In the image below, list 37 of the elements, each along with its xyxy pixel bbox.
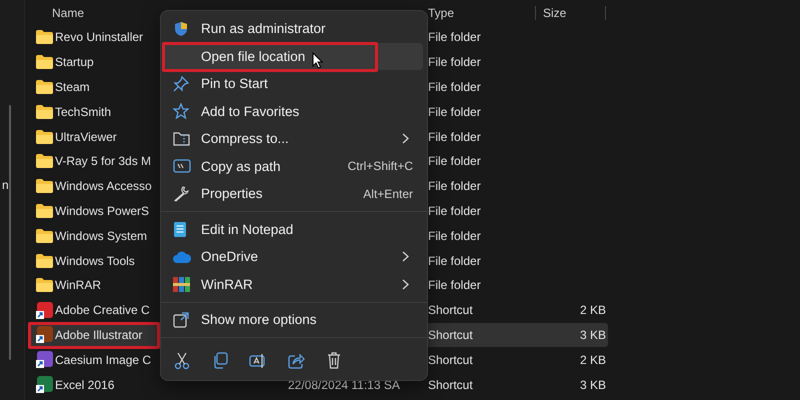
file-type: File folder <box>428 228 482 243</box>
file-type: File folder <box>428 104 482 119</box>
file-type: File folder <box>428 179 482 194</box>
file-name: Windows Tools <box>55 254 136 268</box>
file-type: File folder <box>428 278 482 292</box>
file-name: Excel 2016 <box>55 378 116 392</box>
file-type: Shortcut <box>428 352 474 367</box>
file-type: File folder <box>428 30 482 44</box>
shortcut-label: Ctrl+Shift+C <box>348 159 413 174</box>
file-name: Windows PowerS <box>55 204 150 218</box>
file-size: 2 KB <box>580 303 606 318</box>
file-name: WinRAR <box>55 278 102 292</box>
file-name: TechSmith <box>55 104 112 119</box>
file-size: 3 KB <box>580 328 606 342</box>
file-type: File folder <box>428 55 482 70</box>
date-modified: 22/08/2024 11:13 SA <box>288 378 400 392</box>
file-type: Shortcut <box>428 328 474 342</box>
file-name: Adobe Illustrator <box>55 328 144 342</box>
file-name: Windows Accesso <box>55 179 153 194</box>
file-name: Windows System <box>55 228 148 243</box>
file-name: Adobe Creative C <box>55 303 151 318</box>
file-size: 2 KB <box>580 352 606 367</box>
file-type: Shortcut <box>428 303 474 318</box>
file-type: Shortcut <box>428 378 474 392</box>
file-type: File folder <box>428 154 482 168</box>
file-type: File folder <box>428 254 482 268</box>
shortcut-label: Alt+Enter <box>363 186 413 201</box>
file-size: 3 KB <box>580 378 606 392</box>
file-name: Caesium Image C <box>55 352 152 367</box>
file-type: File folder <box>428 130 482 144</box>
file-type: File folder <box>428 80 482 94</box>
file-name: Startup <box>55 55 95 70</box>
file-name: Steam <box>55 80 91 94</box>
file-type: File folder <box>428 204 482 218</box>
file-name: UltraViewer <box>55 130 118 144</box>
file-name: Revo Uninstaller <box>55 30 144 44</box>
file-name: V-Ray 5 for 3ds M <box>55 154 152 168</box>
